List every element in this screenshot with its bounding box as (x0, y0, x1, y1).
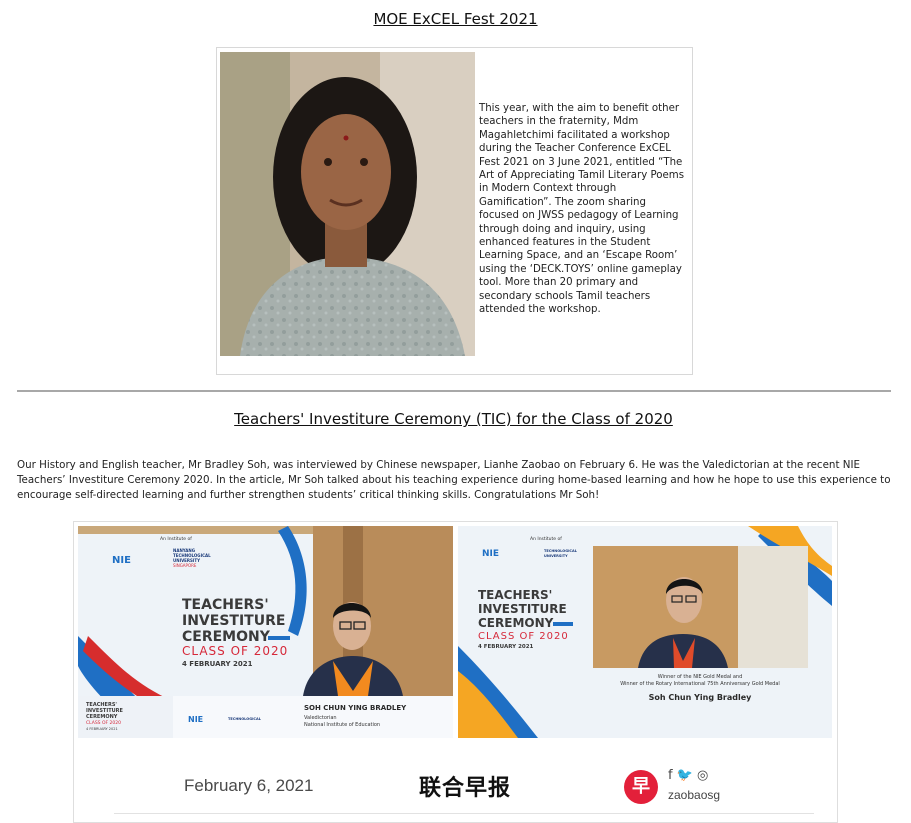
valedictorian-name: SOH CHUN YING BRADLEY (304, 704, 407, 712)
ceremony-graphic-right: An Institute of NIE TECHNOLOGICAL UNIVER… (458, 526, 832, 738)
section-divider (17, 390, 891, 392)
class-of-left: CLASS OF 2020 (182, 644, 288, 658)
nie-logo-right: NIE (482, 549, 499, 559)
social-icons: f 🐦 ◎ (668, 768, 709, 783)
ceremony-line2-right: INVESTITURE (478, 602, 567, 616)
ntu-small: TECHNOLOGICAL (228, 717, 262, 721)
news-clipping-card: An Institute of NIE NANYANG TECHNOLOGICA… (73, 521, 838, 823)
ntu-line3-right: UNIVERSITY (544, 554, 568, 558)
valedictorian-org: National Institute of Education (304, 722, 380, 728)
excel-fest-card: This year, with the aim to benefit other… (216, 47, 693, 375)
zaobao-badge-icon: 早 (624, 770, 658, 804)
ceremony-line1-right: TEACHERS' (478, 588, 552, 602)
ceremony-line2-left: INVESTITURE (182, 613, 285, 629)
ntu-line4-left: SINGAPORE (173, 563, 197, 568)
teacher-portrait-photo (220, 52, 475, 356)
section-title-excel-fest: MOE ExCEL Fest 2021 (373, 10, 538, 28)
ceremony-line1-left: TEACHERS' (182, 597, 269, 613)
newspaper-footer: February 6, 2021 联合早报 早 f 🐦 ◎ zaobaosg (74, 754, 837, 814)
nie-logo-small: NIE (188, 715, 203, 724)
ceremony-line3-left: CEREMONY (182, 629, 271, 645)
investiture-description: Our History and English teacher, Mr Brad… (17, 459, 891, 501)
excel-fest-description: This year, with the aim to benefit other… (479, 103, 685, 316)
footer-divider (114, 813, 814, 814)
ceremony-line3-right: CEREMONY (478, 616, 554, 630)
institute-note-right: An Institute of (530, 536, 562, 542)
event-date-small: 4 FEBRUARY 2021 (86, 727, 118, 731)
award-line2: Winner of the Rotary International 75th … (620, 681, 780, 687)
awardee-name: Soh Chun Ying Bradley (649, 693, 753, 702)
ceremony-small-line3: CEREMONY (86, 714, 118, 720)
nie-logo-left: NIE (112, 555, 131, 566)
institute-note-left: An Institute of (160, 536, 192, 542)
lianhe-zaobao-logo: 联合早报 (419, 775, 512, 801)
ntu-line2-right: TECHNOLOGICAL (544, 549, 578, 553)
ceremony-graphic-left: An Institute of NIE NANYANG TECHNOLOGICA… (78, 526, 453, 738)
class-of-small: CLASS OF 2020 (86, 720, 121, 726)
valedictorian-role: Valedictorian (304, 715, 337, 721)
event-date-right: 4 FEBRUARY 2021 (478, 644, 534, 650)
class-of-right: CLASS OF 2020 (478, 631, 569, 642)
article-date: February 6, 2021 (184, 776, 314, 795)
event-date-left: 4 FEBRUARY 2021 (182, 660, 253, 668)
section-title-investiture: Teachers' Investiture Ceremony (TIC) for… (234, 410, 673, 428)
award-line1: Winner of the NIE Gold Medal and (658, 674, 743, 680)
social-handle: zaobaosg (668, 788, 721, 802)
